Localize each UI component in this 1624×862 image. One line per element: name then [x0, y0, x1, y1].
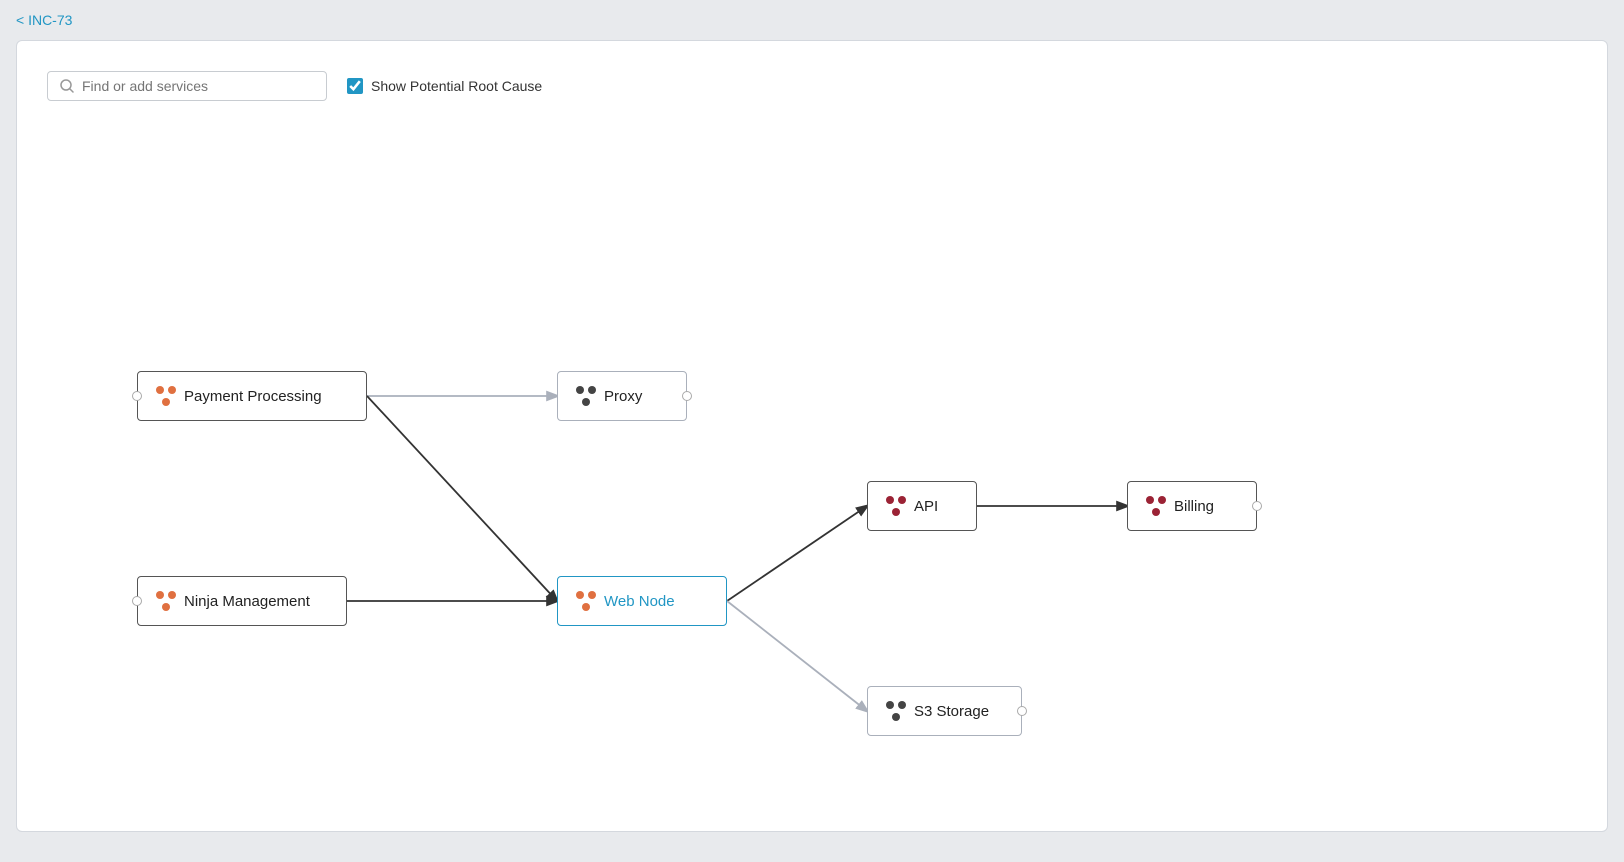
- diagram-svg: [47, 141, 1577, 791]
- service-icon: [156, 591, 176, 611]
- node-label: API: [914, 498, 938, 515]
- connection-payment-processing-to-web-node: [367, 396, 557, 601]
- connector-dot-right: [1252, 501, 1262, 511]
- root-cause-checkbox[interactable]: [347, 78, 363, 94]
- connector-dot-right: [682, 391, 692, 401]
- node-s3-storage[interactable]: S3 Storage: [867, 686, 1022, 736]
- toolbar: Show Potential Root Cause: [47, 71, 1577, 101]
- node-label: Payment Processing: [184, 388, 322, 405]
- node-proxy[interactable]: Proxy: [557, 371, 687, 421]
- node-web-node[interactable]: Web Node: [557, 576, 727, 626]
- service-icon: [156, 386, 176, 406]
- connection-web-node-to-s3-storage: [727, 601, 867, 711]
- diagram: Payment Processing Proxy Ninja Management W…: [47, 141, 1577, 791]
- service-icon: [576, 386, 596, 406]
- connector-dot-left: [132, 596, 142, 606]
- search-icon: [60, 79, 74, 93]
- service-icon: [576, 591, 596, 611]
- checkbox-label: Show Potential Root Cause: [371, 78, 542, 94]
- service-icon: [886, 701, 906, 721]
- checkbox-group: Show Potential Root Cause: [347, 78, 542, 94]
- node-label: Web Node: [604, 593, 675, 610]
- node-label: S3 Storage: [914, 703, 989, 720]
- node-payment-processing[interactable]: Payment Processing: [137, 371, 367, 421]
- connection-web-node-to-api: [727, 506, 867, 601]
- back-link[interactable]: < INC-73: [16, 12, 72, 28]
- search-box[interactable]: [47, 71, 327, 101]
- node-billing[interactable]: Billing: [1127, 481, 1257, 531]
- search-input[interactable]: [82, 78, 314, 94]
- node-label: Billing: [1174, 498, 1214, 515]
- service-icon: [1146, 496, 1166, 516]
- node-api[interactable]: API: [867, 481, 977, 531]
- node-ninja-management[interactable]: Ninja Management: [137, 576, 347, 626]
- main-panel: Show Potential Root Cause Payment Proces…: [16, 40, 1608, 832]
- node-label: Ninja Management: [184, 593, 310, 610]
- connector-dot-left: [132, 391, 142, 401]
- node-label: Proxy: [604, 388, 642, 405]
- connector-dot-right: [1017, 706, 1027, 716]
- service-icon: [886, 496, 906, 516]
